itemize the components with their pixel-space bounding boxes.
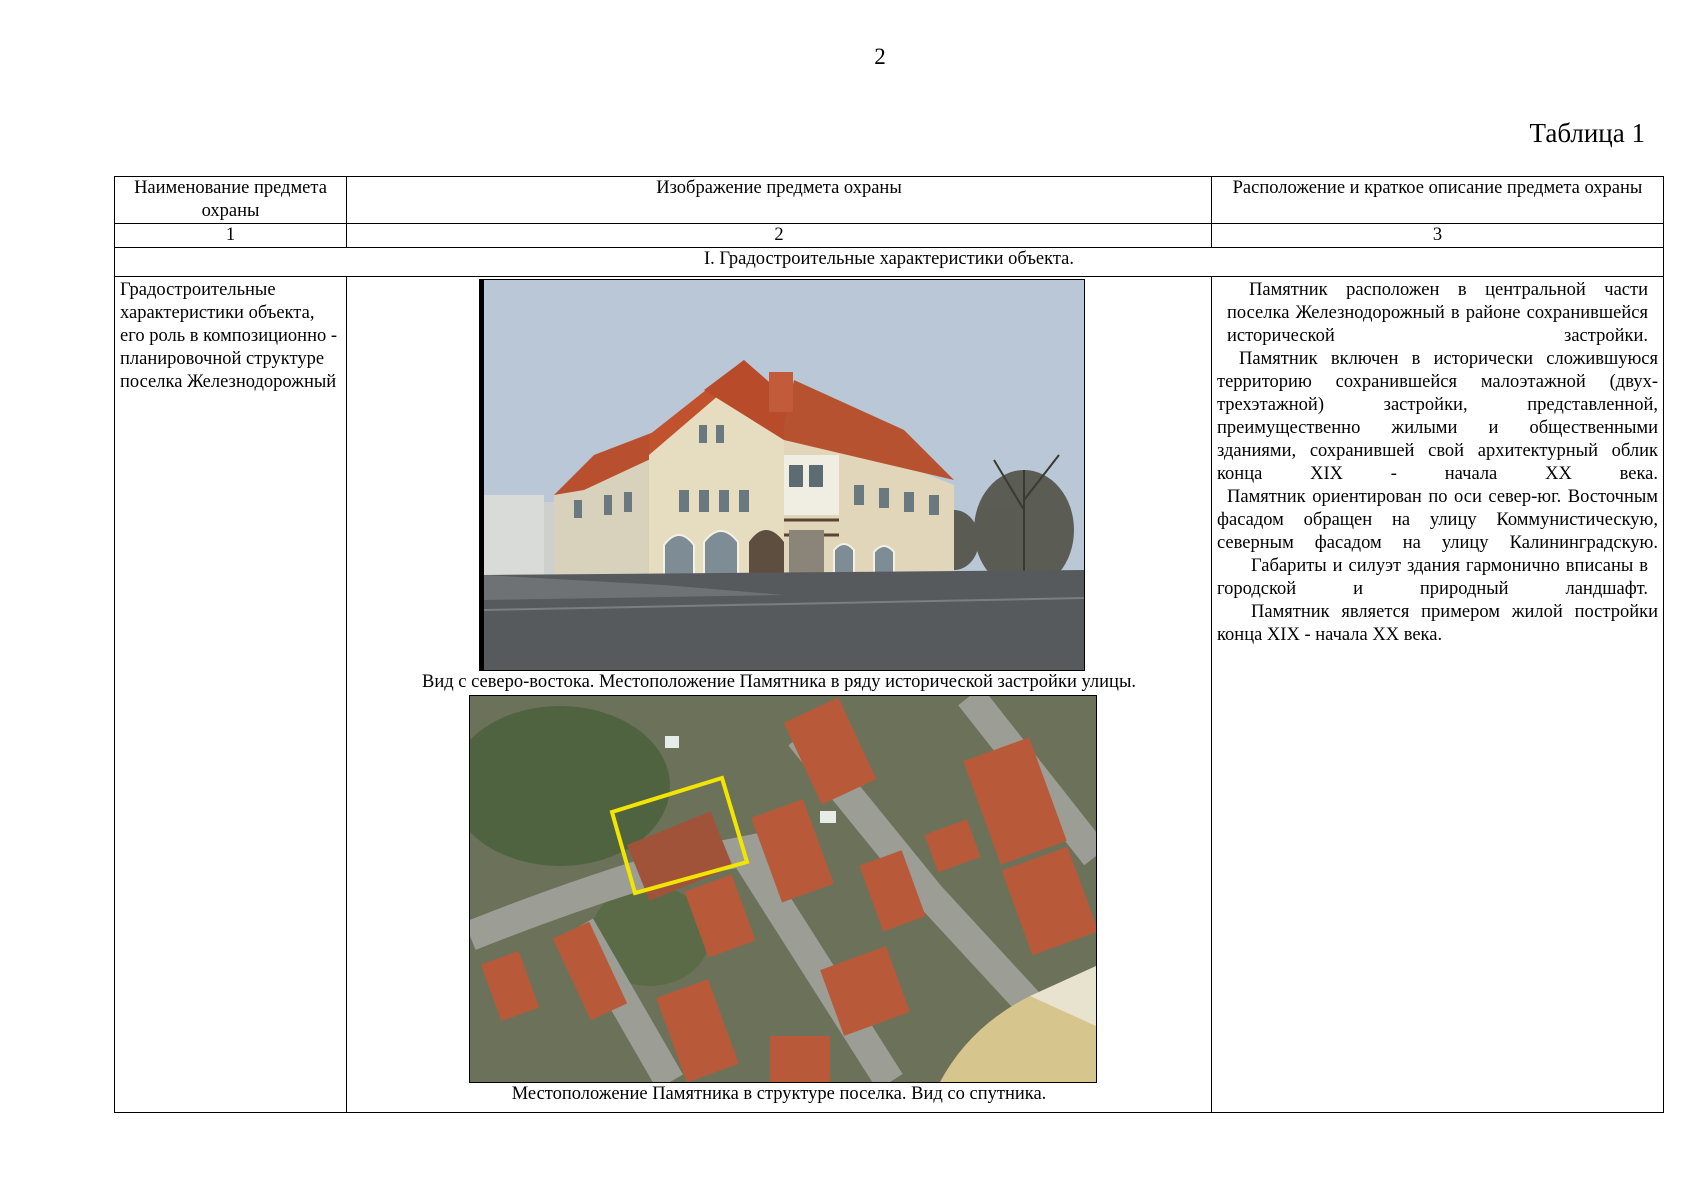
header-description: Расположение и краткое описание предмета… bbox=[1211, 176, 1664, 224]
table-label: Таблица 1 bbox=[1529, 118, 1645, 148]
section-title: I. Градостроительные характеристики объе… bbox=[114, 247, 1664, 277]
header-image: Изображение предмета охраны bbox=[346, 176, 1212, 224]
column-number: 3 bbox=[1211, 223, 1664, 248]
column-number: 1 bbox=[114, 223, 347, 248]
satellite-map bbox=[469, 695, 1097, 1083]
description-paragraph: Памятник ориентирован по оси север-юг. В… bbox=[1217, 487, 1658, 553]
satellite-caption: Местоположение Памятника в структуре пос… bbox=[511, 1084, 1047, 1104]
description-paragraph: Габариты и силуэт здания гармонично впис… bbox=[1217, 556, 1648, 599]
protection-subject-name: Градостроительные характеристики объекта… bbox=[114, 276, 347, 1113]
column-number-row: 1 2 3 bbox=[114, 223, 1664, 248]
column-number: 2 bbox=[346, 223, 1212, 248]
protection-table: Наименование предмета охраны Изображение… bbox=[114, 176, 1664, 1113]
table-row: Градостроительные характеристики объекта… bbox=[114, 276, 1664, 1113]
description-paragraph: Памятник является примером жилой построй… bbox=[1217, 602, 1658, 645]
description-cell: Памятник расположен в центральной части … bbox=[1211, 276, 1664, 1113]
description-paragraph: Памятник включен в исторически сложившую… bbox=[1217, 349, 1658, 484]
header-row: Наименование предмета охраны Изображение… bbox=[114, 176, 1664, 224]
section-row: I. Градостроительные характеристики объе… bbox=[114, 247, 1664, 277]
image-cell: Вид с северо-востока. Местоположение Пам… bbox=[346, 276, 1212, 1113]
description-paragraph: Памятник расположен в центральной части … bbox=[1227, 280, 1648, 346]
page-number: 2 bbox=[874, 44, 886, 69]
photo-caption: Вид с северо-востока. Местоположение Пам… bbox=[421, 672, 1136, 692]
header-name: Наименование предмета охраны bbox=[114, 176, 347, 224]
building-photo bbox=[479, 279, 1085, 671]
